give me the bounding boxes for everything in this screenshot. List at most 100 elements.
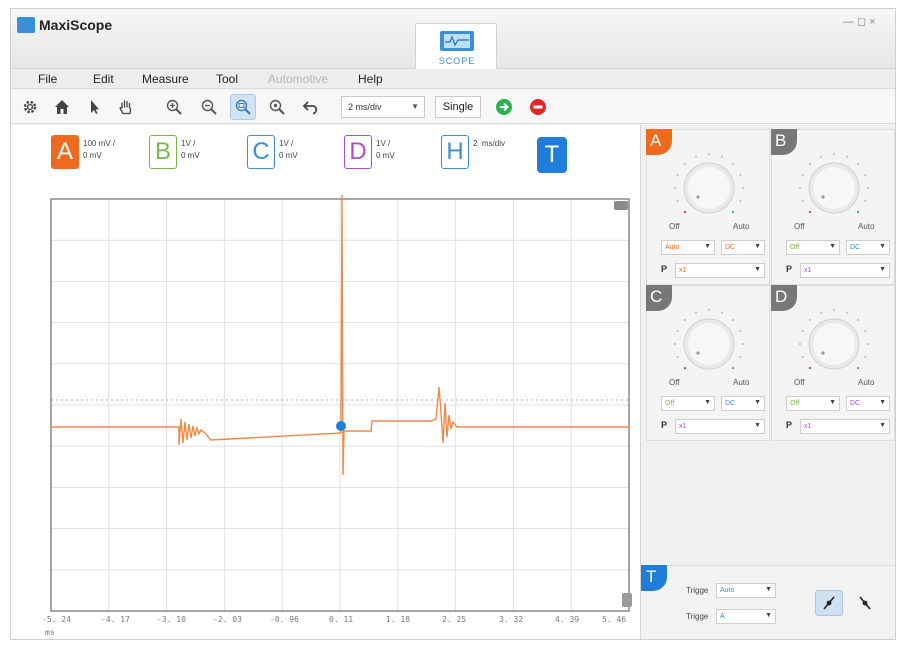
chevron-down-icon: ▼ bbox=[829, 243, 836, 250]
channel-b-coupling-select[interactable]: DC ▼ bbox=[846, 240, 890, 255]
scope-tab[interactable]: SCOPE bbox=[415, 23, 497, 69]
channel-a-knob[interactable] bbox=[669, 148, 749, 228]
undo-icon[interactable] bbox=[298, 94, 324, 120]
chevron-down-icon: ▼ bbox=[754, 399, 761, 406]
knob-tick bbox=[798, 186, 802, 190]
x-axis-unit: ms bbox=[45, 628, 55, 637]
channel-d-probe-select[interactable]: x1 ▼ bbox=[800, 419, 890, 434]
rising-edge-button[interactable] bbox=[815, 590, 843, 616]
channel-c-probe-select[interactable]: x1 ▼ bbox=[675, 419, 765, 434]
stop-icon[interactable] bbox=[525, 94, 551, 120]
knob-auto-label: Auto bbox=[858, 378, 875, 387]
knob-tick bbox=[808, 366, 812, 370]
zoom-box-icon[interactable] bbox=[230, 94, 256, 120]
chevron-down-icon: ▼ bbox=[879, 422, 886, 429]
run-icon[interactable] bbox=[491, 94, 517, 120]
x-tick: 3. 32 bbox=[499, 615, 524, 624]
channel-a-probe-select[interactable]: x1 ▼ bbox=[675, 263, 765, 278]
x-tick: -2. 03 bbox=[213, 615, 242, 624]
channel-b-mode-select[interactable]: Off ▼ bbox=[786, 240, 840, 255]
knob-tick bbox=[673, 186, 677, 190]
channel-b-probe-select[interactable]: x1 ▼ bbox=[800, 263, 890, 278]
menu-automotive: Automotive bbox=[268, 72, 329, 86]
menu-edit[interactable]: Edit bbox=[93, 72, 114, 86]
toolbar: 2 ms/div ▼ Single bbox=[11, 90, 895, 124]
timebase-select[interactable]: 2 ms/div ▼ bbox=[341, 96, 425, 118]
knob-tick bbox=[673, 342, 677, 346]
menu-file[interactable]: File bbox=[38, 72, 57, 86]
channel-c-mode-select[interactable]: Off ▼ bbox=[661, 396, 715, 411]
knob-tick bbox=[864, 199, 867, 203]
knob-tick bbox=[864, 173, 867, 177]
x-tick: -5. 24 bbox=[42, 615, 71, 624]
chevron-down-icon: ▼ bbox=[704, 243, 711, 250]
chevron-down-icon: ▼ bbox=[829, 399, 836, 406]
zoom-reset-icon[interactable] bbox=[264, 94, 290, 120]
knob-tick bbox=[819, 311, 823, 314]
probe-label: P bbox=[786, 420, 793, 430]
channel-c-knob[interactable] bbox=[669, 304, 749, 384]
pointer-icon[interactable] bbox=[81, 94, 107, 120]
knob-tick bbox=[801, 355, 804, 359]
trigger-panel-badge: T bbox=[641, 565, 667, 591]
knob-tick bbox=[866, 342, 870, 346]
knob-tick bbox=[694, 311, 698, 314]
knob-tick bbox=[731, 210, 735, 214]
chevron-down-icon: ▼ bbox=[765, 612, 772, 619]
scope-tab-label: SCOPE bbox=[438, 56, 476, 66]
channel-a-mode-select[interactable]: Auto ▼ bbox=[661, 240, 715, 255]
knob-off-label: Off bbox=[794, 222, 805, 231]
channel-a-coupling-select[interactable]: DC ▼ bbox=[721, 240, 765, 255]
knob-tick bbox=[741, 186, 745, 190]
x-tick: 5. 46 bbox=[602, 615, 627, 624]
knob-tick bbox=[845, 155, 849, 158]
knob-tick bbox=[676, 329, 679, 333]
menu-measure[interactable]: Measure bbox=[142, 72, 189, 86]
knob-tick bbox=[731, 366, 735, 370]
timebase-value: 2 ms/div bbox=[348, 102, 382, 112]
knob-tick bbox=[864, 355, 867, 359]
channel-c-coupling-select[interactable]: DC ▼ bbox=[721, 396, 765, 411]
menu-help[interactable]: Help bbox=[358, 72, 383, 86]
zoom-out-icon[interactable] bbox=[196, 94, 222, 120]
single-button[interactable]: Single bbox=[435, 96, 481, 118]
x-tick: 2. 25 bbox=[442, 615, 467, 624]
knob-tick bbox=[731, 318, 735, 322]
channel-d-coupling-select[interactable]: DC ▼ bbox=[846, 396, 890, 411]
settings-icon[interactable] bbox=[17, 94, 43, 120]
zoom-in-icon[interactable] bbox=[161, 94, 187, 120]
channel-c-panel: C Off Auto Off ▼ DC ▼ Px1 ▼ bbox=[646, 285, 770, 441]
channel-d-knob[interactable] bbox=[794, 304, 874, 384]
trigger-mode-select[interactable]: Auto ▼ bbox=[716, 583, 776, 598]
window-controls[interactable]: — ◻ × bbox=[843, 15, 876, 28]
waveform-display[interactable] bbox=[11, 125, 641, 640]
knob-tick bbox=[856, 210, 860, 214]
menu-bar: File Edit Measure Tool Automotive Help bbox=[11, 69, 895, 89]
probe-label: P bbox=[661, 420, 668, 430]
channel-control-panel: A Off Auto Auto ▼ DC ▼ Px1 ▼ B Off Auto Off ▼ DC ▼ Px1 ▼ C… bbox=[641, 125, 895, 639]
trigger-panel: T Trigge Auto ▼ Trigge A ▼ bbox=[641, 565, 895, 639]
trigger-source-select[interactable]: A ▼ bbox=[716, 609, 776, 624]
pan-hand-icon[interactable] bbox=[113, 94, 139, 120]
knob-tick bbox=[739, 173, 742, 177]
knob-tick bbox=[707, 308, 711, 312]
knob-tick bbox=[720, 311, 724, 314]
chevron-down-icon: ▼ bbox=[704, 399, 711, 406]
channel-d-mode-select[interactable]: Off ▼ bbox=[786, 396, 840, 411]
knob-tick bbox=[676, 355, 679, 359]
knob-tick bbox=[856, 162, 860, 166]
knob-auto-label: Auto bbox=[858, 222, 875, 231]
channel-b-knob[interactable] bbox=[794, 148, 874, 228]
grid-lines bbox=[51, 199, 629, 611]
plot-area[interactable]: A 100 mV /0 mV B 1V /0 mV C 1V /0 mV D 1… bbox=[11, 125, 641, 640]
home-icon[interactable] bbox=[49, 94, 75, 120]
app-title: MaxiScope bbox=[39, 17, 113, 33]
menu-tool[interactable]: Tool bbox=[216, 72, 238, 86]
falling-edge-button[interactable] bbox=[851, 590, 879, 616]
knob-auto-label: Auto bbox=[733, 222, 750, 231]
knob-tick bbox=[808, 318, 812, 322]
knob-tick bbox=[798, 342, 802, 346]
x-tick: -4. 17 bbox=[101, 615, 130, 624]
knob-off-label: Off bbox=[669, 378, 680, 387]
channel-b-panel: B Off Auto Off ▼ DC ▼ Px1 ▼ bbox=[771, 129, 895, 285]
